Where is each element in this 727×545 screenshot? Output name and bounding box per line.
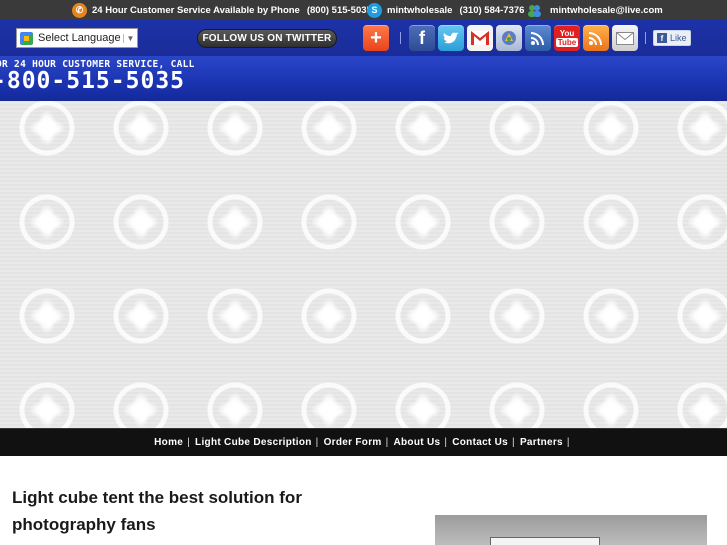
phone-contact: ✆ 24 Hour Customer Service Available by … (72, 0, 372, 20)
language-select[interactable]: Select Language ▼ (16, 28, 138, 48)
google-translate-icon (20, 31, 33, 45)
email-icon[interactable] (612, 25, 638, 51)
page-title: Light cube tent the best solution for ph… (12, 488, 302, 534)
facebook-like-button[interactable]: f Like (653, 30, 691, 46)
msn-buddy-icon (527, 3, 542, 18)
nav-light-cube-description[interactable]: Light Cube Description (194, 437, 313, 448)
phone-icon: ✆ (72, 2, 87, 18)
nav-separator: | (385, 437, 389, 448)
msn-email[interactable]: mintwholesale@live.com (550, 5, 663, 16)
divider (645, 32, 646, 44)
msn-contact: mintwholesale@live.com (527, 0, 663, 20)
hero-damask-background (0, 101, 727, 428)
nav-home[interactable]: Home (153, 437, 184, 448)
like-label: Like (670, 33, 687, 43)
gmail-icon[interactable] (467, 25, 493, 51)
skype-icon: S (367, 2, 382, 18)
chevron-down-icon: ▼ (123, 33, 137, 43)
add-this-icon[interactable]: + (363, 25, 389, 51)
light-cube-photo (435, 515, 707, 545)
skype-name[interactable]: mintwholesale (387, 5, 452, 16)
rss-feed-icon[interactable] (583, 25, 609, 51)
nav-about-us[interactable]: About Us (392, 437, 441, 448)
twitter-icon[interactable] (438, 25, 464, 51)
service-phone[interactable]: (800) 515-5035 (307, 5, 372, 16)
nav-separator: | (187, 437, 191, 448)
nav-order-form[interactable]: Order Form (323, 437, 383, 448)
nav-separator: | (512, 437, 515, 448)
nav-separator: | (315, 437, 319, 448)
light-cube-image (490, 537, 600, 545)
service-text: 24 Hour Customer Service Available by Ph… (92, 4, 300, 16)
banner-phone-number: -800-515-5035 (0, 68, 186, 94)
divider (400, 32, 401, 44)
main-nav: Home | Light Cube Description | Order Form… (0, 428, 727, 456)
nav-separator: | (566, 437, 570, 448)
skype-phone: (310) 584-7376 (459, 4, 525, 16)
language-label: Select Language (38, 32, 121, 44)
follow-twitter-button[interactable]: FOLLOW US ON TWITTER (197, 29, 337, 48)
nav-contact-us[interactable]: Contact Us (451, 437, 509, 448)
nav-partners[interactable]: Partners (519, 437, 564, 448)
facebook-f-icon: f (657, 33, 667, 43)
facebook-icon[interactable]: f (409, 25, 435, 51)
social-bar: Select Language ▼ FOLLOW US ON TWITTER +… (0, 20, 727, 56)
google-reader-icon[interactable] (496, 25, 522, 51)
header-banner: OR 24 HOUR CUSTOMER SERVICE, CALL -800-5… (0, 56, 727, 101)
rss-icon[interactable] (525, 25, 551, 51)
contact-strip: ✆ 24 Hour Customer Service Available by … (0, 0, 727, 20)
skype-contact: S mintwholesale (310) 584-7376 (367, 0, 524, 20)
youtube-icon[interactable]: You Tube (554, 25, 580, 51)
nav-separator: | (444, 437, 448, 448)
